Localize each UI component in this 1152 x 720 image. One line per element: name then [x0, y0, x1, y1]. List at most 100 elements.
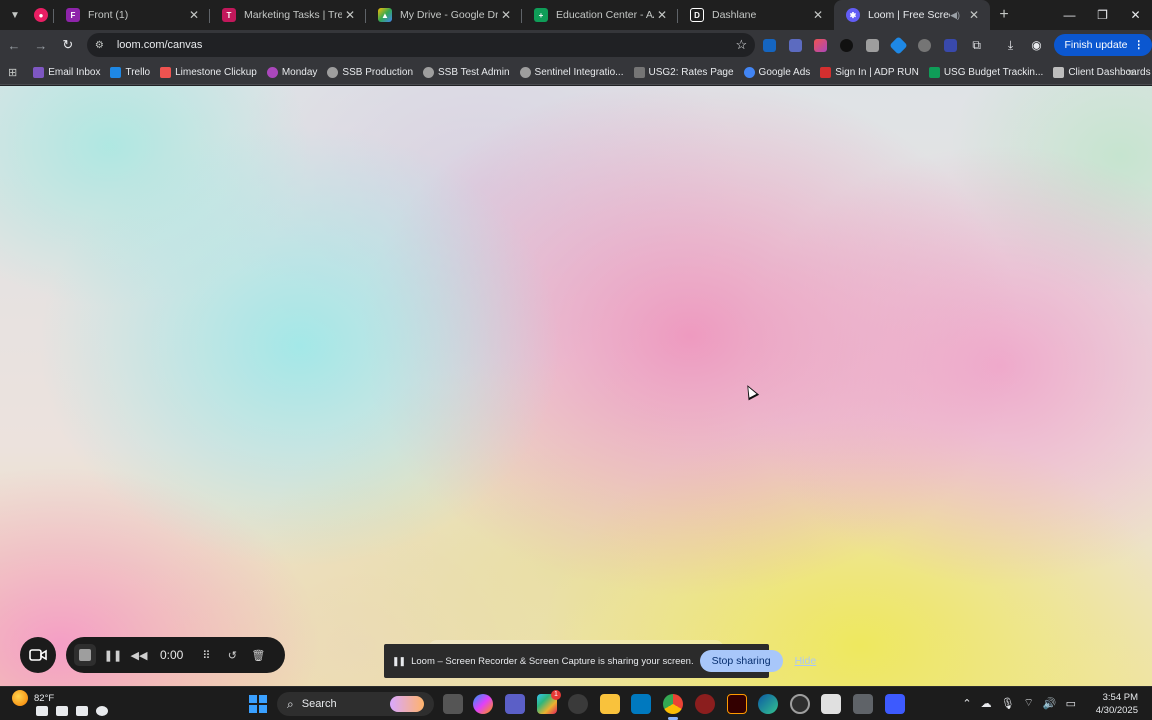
forward-button[interactable]: →	[28, 32, 54, 58]
extension-color-icon[interactable]	[809, 33, 833, 57]
tab-loom[interactable]: ✱ Loom | Free Screen & Vi ◀) ✕	[834, 0, 990, 30]
red-app-icon[interactable]	[695, 694, 715, 714]
tab-search-button[interactable]: ▼	[0, 0, 30, 30]
bookmark-google-ads[interactable]: Google Ads	[743, 66, 810, 78]
close-tab-icon[interactable]: ✕	[966, 7, 982, 23]
bookmark-monday[interactable]: Monday	[266, 66, 317, 78]
copilot-icon[interactable]	[473, 694, 493, 714]
trello-icon: T	[222, 8, 236, 22]
download-icon[interactable]: ⤓	[999, 33, 1023, 57]
system-tray: ⌃ ☁ 🎙 ⌔ 🔊 ▭	[953, 696, 1076, 710]
task-view-icon[interactable]	[443, 694, 463, 714]
hide-banner-link[interactable]: Hide	[795, 655, 817, 667]
extension-grammar-icon[interactable]	[913, 33, 937, 57]
bookmark-email-inbox[interactable]: Email Inbox	[33, 66, 100, 78]
extension-bing-icon[interactable]	[757, 33, 781, 57]
calculator-icon[interactable]	[853, 694, 873, 714]
bookmark-star-icon[interactable]: ☆	[735, 37, 747, 53]
finish-update-button[interactable]: Finish update ⋮	[1054, 34, 1152, 56]
restart-icon[interactable]: ↺	[221, 644, 243, 666]
snipping-tool-icon[interactable]	[885, 694, 905, 714]
extension-teams-icon[interactable]	[783, 33, 807, 57]
extension-camera-icon[interactable]	[861, 33, 885, 57]
wifi-icon[interactable]: ⌔	[1024, 696, 1034, 710]
bookmark-ssb-production[interactable]: SSB Production	[327, 66, 413, 78]
bookmark-trello[interactable]: Trello	[110, 66, 150, 78]
clock[interactable]: 3:54 PM 4/30/2025	[1096, 691, 1138, 717]
stop-recording-button[interactable]	[74, 644, 96, 666]
sharing-message: Loom – Screen Recorder & Screen Capture …	[411, 655, 694, 667]
back-button[interactable]: ←	[1, 32, 27, 58]
trello-icon[interactable]	[631, 694, 651, 714]
extension-translate-icon[interactable]	[939, 33, 963, 57]
close-tab-icon[interactable]: ✕	[654, 7, 670, 23]
new-tab-button[interactable]: +	[990, 0, 1018, 30]
extensions-puzzle-icon[interactable]: ⧉	[965, 33, 989, 57]
bookmark-usg2-rates[interactable]: USG2: Rates Page	[633, 66, 734, 78]
minimize-icon[interactable]: —	[1053, 0, 1086, 30]
globe-icon	[519, 66, 531, 78]
show-hidden-icons-icon[interactable]: ⌃	[962, 697, 971, 710]
loom-record-icon: ●	[34, 8, 48, 22]
drag-handle-icon[interactable]: ⠿	[195, 644, 217, 666]
tab-trello[interactable]: T Marketing Tasks | Trello ✕	[210, 0, 366, 30]
video-icon[interactable]	[56, 706, 68, 716]
close-window-icon[interactable]: ✕	[1119, 0, 1152, 30]
settings-icon[interactable]	[96, 706, 108, 716]
more-bookmarks-icon[interactable]: »	[1127, 65, 1134, 79]
illustrator-icon[interactable]	[727, 694, 747, 714]
extension-tag-icon[interactable]	[887, 33, 911, 57]
camera-icon[interactable]	[36, 706, 48, 716]
delete-icon[interactable]: 🗑	[247, 644, 269, 666]
weather-widget[interactable]: 82°F	[12, 690, 54, 706]
stop-sharing-button[interactable]: Stop sharing	[699, 650, 783, 672]
target-app-icon[interactable]	[790, 694, 810, 714]
rewind-button[interactable]: ◀◀	[128, 644, 150, 666]
bookmark-sentinel[interactable]: Sentinel Integratio...	[519, 66, 624, 78]
close-tab-icon[interactable]: ✕	[498, 7, 514, 23]
email-icon	[33, 66, 45, 78]
onedrive-icon[interactable]: ☁	[981, 697, 992, 710]
slack-icon[interactable]: 1	[537, 690, 561, 714]
mouse-cursor-icon	[742, 382, 760, 401]
bookmark-adp-run[interactable]: Sign In | ADP RUN	[820, 66, 919, 78]
tab-loom-recording[interactable]: ●	[30, 0, 54, 30]
screen-sharing-banner: ❚❚ Loom – Screen Recorder & Screen Captu…	[384, 644, 816, 678]
pause-button[interactable]: ❚❚	[102, 644, 124, 666]
speaker-icon[interactable]: ◀)	[950, 10, 960, 21]
tab-education-center[interactable]: + Education Center - AACJ - G ✕	[522, 0, 678, 30]
clapper-icon[interactable]	[821, 694, 841, 714]
more-menu-icon: ⋮	[1133, 39, 1145, 51]
bookmark-ssb-test-admin[interactable]: SSB Test Admin	[423, 66, 510, 78]
extension-dark-icon[interactable]	[835, 33, 859, 57]
profile-icon[interactable]: ◉	[1025, 33, 1049, 57]
edge-icon[interactable]	[758, 694, 778, 714]
recording-timer: 0:00	[160, 648, 184, 662]
file-explorer-icon[interactable]	[600, 694, 620, 714]
bookmark-limestone-clickup[interactable]: Limestone Clickup	[160, 66, 257, 78]
reload-button[interactable]: ↻	[55, 32, 81, 58]
close-tab-icon[interactable]: ✕	[186, 7, 202, 23]
address-bar[interactable]: ⚙ loom.com/canvas ☆	[86, 33, 756, 57]
battery-icon[interactable]: ▭	[1066, 697, 1076, 710]
start-button[interactable]	[249, 695, 267, 713]
bookmark-client-dashboards[interactable]: Client Dashboards	[1053, 66, 1151, 78]
close-tab-icon[interactable]: ✕	[342, 7, 358, 23]
restore-icon[interactable]: ❐	[1086, 0, 1119, 30]
microphone-icon[interactable]: 🎙	[1001, 697, 1015, 710]
teams-icon[interactable]	[505, 694, 525, 714]
tab-dashlane[interactable]: D Dashlane ✕	[678, 0, 834, 30]
url-text[interactable]: loom.com/canvas	[117, 39, 736, 51]
site-info-icon[interactable]: ⚙	[95, 40, 109, 51]
bookmark-usg-budget[interactable]: USG Budget Trackin...	[928, 66, 1043, 78]
apps-grid-icon[interactable]: ⊞	[8, 62, 17, 82]
tab-front[interactable]: F Front (1) ✕	[54, 0, 210, 30]
close-tab-icon[interactable]: ✕	[810, 7, 826, 23]
window-icon[interactable]	[76, 706, 88, 716]
volume-icon[interactable]: 🔊	[1043, 697, 1057, 710]
tab-google-drive[interactable]: ▲ My Drive - Google Drive ✕	[366, 0, 522, 30]
outlook-icon[interactable]	[568, 694, 588, 714]
chrome-icon[interactable]	[663, 694, 683, 720]
taskbar-search[interactable]: ⌕ Search	[277, 692, 434, 716]
camera-toggle-button[interactable]	[20, 637, 56, 673]
